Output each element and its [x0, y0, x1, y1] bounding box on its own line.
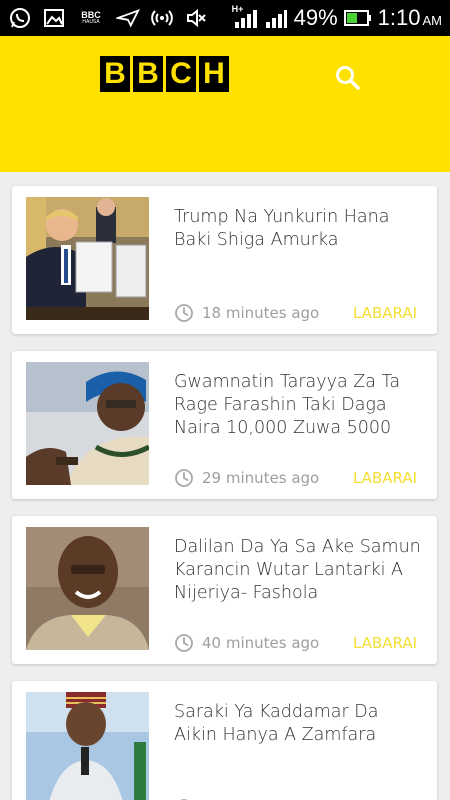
article-meta: 18 minutes ago LABARAI	[174, 302, 429, 324]
article-title[interactable]: Gwamnatin Tarayya Za Ta Rage Farashin Ta…	[174, 371, 426, 440]
logo-letter-h: H	[199, 56, 229, 92]
status-bar: BBC HAUSA H+ 49% 1:10 AM	[0, 0, 450, 36]
article-meta: 40 minutes ago LABARAI	[174, 632, 429, 654]
clock-icon	[175, 634, 193, 652]
article-category[interactable]: LABARAI	[353, 304, 417, 322]
app-bar: B B C H	[0, 36, 450, 172]
article-time: 40 minutes ago	[202, 634, 320, 652]
article-time: 29 minutes ago	[202, 469, 320, 487]
article-time: 18 minutes ago	[202, 304, 320, 322]
article-meta: 29 minutes ago LABARAI	[174, 467, 429, 489]
article-card[interactable]: Saraki Ya Kaddamar Da Aikin Hanya A Zamf…	[12, 681, 437, 800]
logo-letter-b1: B	[100, 56, 130, 92]
article-card[interactable]: Dalilan Da Ya Sa Ake Samun Karancin Wuta…	[12, 516, 437, 664]
whatsapp-icon	[8, 6, 32, 30]
article-thumbnail	[26, 197, 149, 320]
logo-letter-b2: B	[133, 56, 163, 92]
article-list[interactable]: Trump Na Yunkurin Hana Baki Shiga Amurka…	[0, 172, 450, 800]
article-title[interactable]: Trump Na Yunkurin Hana Baki Shiga Amurka	[174, 206, 426, 252]
article-card[interactable]: Trump Na Yunkurin Hana Baki Shiga Amurka…	[12, 186, 437, 334]
hotspot-icon	[150, 6, 174, 30]
mute-icon	[184, 6, 208, 30]
battery-percent: 49%	[293, 5, 338, 30]
clock-icon	[175, 469, 193, 487]
battery-icon	[343, 6, 372, 30]
signal-icon	[264, 6, 288, 30]
clock-time: 1:10 AM	[377, 5, 442, 30]
bbc-hausa-logo[interactable]: B B C H	[100, 56, 229, 92]
gallery-icon	[42, 6, 66, 30]
bbc-hausa-icon: BBC HAUSA	[81, 10, 101, 25]
logo-letter-c: C	[166, 56, 196, 92]
search-icon	[336, 66, 360, 90]
article-thumbnail	[26, 527, 149, 650]
article-title[interactable]: Dalilan Da Ya Sa Ake Samun Karancin Wuta…	[174, 536, 426, 605]
article-category[interactable]: LABARAI	[353, 634, 417, 652]
article-card[interactable]: Gwamnatin Tarayya Za Ta Rage Farashin Ta…	[12, 351, 437, 499]
clock-icon	[175, 304, 193, 322]
signal-h-plus-icon: H+	[232, 4, 258, 30]
article-thumbnail	[26, 362, 149, 485]
search-button[interactable]	[330, 60, 366, 96]
send-icon	[116, 6, 140, 30]
article-category[interactable]: LABARAI	[353, 469, 417, 487]
article-title[interactable]: Saraki Ya Kaddamar Da Aikin Hanya A Zamf…	[174, 701, 426, 747]
article-thumbnail	[26, 692, 149, 800]
